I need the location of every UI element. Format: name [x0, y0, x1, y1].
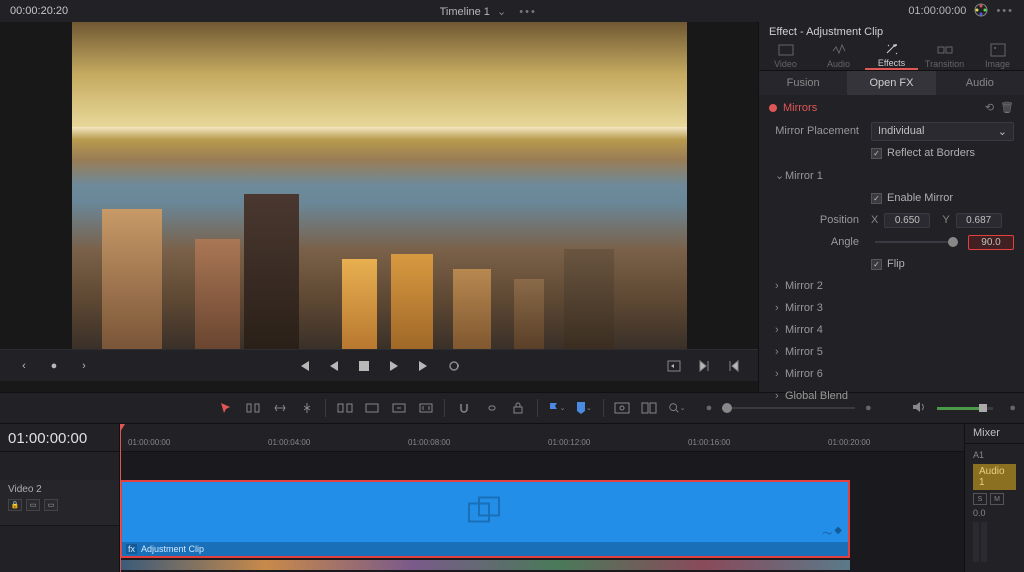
reflect-checkbox[interactable]: ✓ — [871, 148, 882, 159]
timeline-timecode[interactable]: 01:00:00:00 — [0, 424, 119, 452]
subtab-openfx[interactable]: Open FX — [847, 71, 935, 95]
source-timecode: 00:00:20:20 — [10, 5, 68, 17]
reflect-label: Reflect at Borders — [887, 147, 975, 159]
mirror4-header[interactable]: ›Mirror 4 — [759, 319, 1024, 341]
mirror6-header[interactable]: ›Mirror 6 — [759, 363, 1024, 385]
volume-slider[interactable] — [937, 407, 994, 410]
timeline-ruler[interactable]: 01:00:00:00 01:00:04:00 01:00:08:00 01:0… — [120, 424, 964, 452]
mixer-db: 0.0 — [973, 508, 1016, 518]
effect-name: Mirrors — [783, 102, 979, 114]
match-frame-icon[interactable] — [666, 358, 682, 374]
stop-icon[interactable] — [356, 358, 372, 374]
viewer-preview[interactable] — [72, 22, 687, 349]
mixer-a1-label: A1 — [973, 448, 1016, 462]
goto-start-icon[interactable] — [726, 358, 742, 374]
curve-icon[interactable]: 〜 — [822, 525, 832, 540]
dim-dot[interactable]: ● — [1009, 402, 1016, 414]
tab-video[interactable]: Video — [759, 42, 812, 70]
marker-dot-icon[interactable]: ● — [46, 358, 62, 374]
menu-dots-icon[interactable]: ••• — [996, 5, 1014, 17]
volume-icon[interactable] — [911, 400, 927, 417]
adjustment-clip-icon — [467, 495, 503, 528]
reset-icon[interactable]: ⟲ — [985, 101, 994, 114]
placement-label: Mirror Placement — [775, 125, 865, 137]
trash-icon[interactable]: 🗑 — [1000, 101, 1014, 114]
colorwheel-icon[interactable] — [974, 3, 988, 20]
zoom-in-dot[interactable]: ● — [865, 402, 872, 414]
enable-mirror-label: Enable Mirror — [887, 192, 953, 204]
angle-label: Angle — [775, 236, 865, 248]
keyframe-icon[interactable]: ◆ — [834, 525, 842, 540]
subtab-fusion[interactable]: Fusion — [759, 71, 847, 95]
selection-tool-icon[interactable] — [217, 399, 234, 417]
prev-frame-icon[interactable] — [326, 358, 342, 374]
inspector-title: Effect - Adjustment Clip — [759, 22, 1024, 42]
mirror5-header[interactable]: ›Mirror 5 — [759, 341, 1024, 363]
insert-clip-icon[interactable] — [336, 399, 353, 417]
nav-left-icon[interactable]: ‹ — [16, 358, 32, 374]
fx-badge-icon: fx — [126, 544, 137, 554]
zoom-detail-icon[interactable] — [641, 399, 658, 417]
mixer-title: Mixer — [965, 424, 1024, 444]
flip-checkbox[interactable]: ✓ — [871, 259, 882, 270]
zoom-full-icon[interactable] — [613, 399, 630, 417]
solo-button[interactable]: S — [973, 493, 987, 505]
track-view-a-icon[interactable]: ▭ — [26, 499, 40, 511]
clip-name-label: Adjustment Clip — [141, 544, 204, 554]
timeline-name[interactable]: Timeline 1 — [440, 6, 490, 18]
marker-icon[interactable]: ⌄ — [575, 399, 592, 417]
first-frame-icon[interactable] — [296, 358, 312, 374]
position-label: Position — [775, 214, 865, 226]
placement-select[interactable]: Individual⌄ — [871, 122, 1014, 141]
mute-button[interactable]: M — [990, 493, 1004, 505]
trim-tool-icon[interactable] — [244, 399, 261, 417]
tab-effects[interactable]: Effects — [865, 42, 918, 70]
tab-image[interactable]: Image — [971, 42, 1024, 70]
angle-slider[interactable] — [875, 241, 958, 243]
overwrite-clip-icon[interactable] — [363, 399, 380, 417]
zoom-custom-icon[interactable]: ⌄ — [668, 399, 686, 417]
track-header-video2[interactable]: Video 2 🔒 ▭ ▭ — [0, 480, 119, 526]
subtab-audio[interactable]: Audio — [936, 71, 1024, 95]
tab-audio[interactable]: Audio — [812, 42, 865, 70]
flag-icon[interactable]: ⌄ — [548, 399, 566, 417]
playhead[interactable] — [120, 424, 121, 572]
zoom-out-dot[interactable]: ● — [706, 402, 713, 414]
lock-icon[interactable] — [510, 399, 527, 417]
next-frame-icon[interactable] — [416, 358, 432, 374]
replace-clip-icon[interactable] — [390, 399, 407, 417]
mixer-audio1-label[interactable]: Audio 1 — [973, 464, 1016, 490]
tab-transition[interactable]: Transition — [918, 42, 971, 70]
mirror3-header[interactable]: ›Mirror 3 — [759, 297, 1024, 319]
play-icon[interactable] — [386, 358, 402, 374]
link-icon[interactable] — [483, 399, 500, 417]
loop-icon[interactable] — [446, 358, 462, 374]
adjustment-clip[interactable]: 〜◆ fx Adjustment Clip — [120, 480, 850, 558]
nav-right-icon[interactable]: › — [76, 358, 92, 374]
snap-icon[interactable] — [455, 399, 472, 417]
angle-input[interactable]: 90.0 — [968, 235, 1014, 250]
audio-meter — [973, 522, 1016, 562]
goto-end-icon[interactable] — [696, 358, 712, 374]
dynamic-trim-icon[interactable] — [271, 399, 288, 417]
mirror1-header[interactable]: ⌄Mirror 1 — [759, 164, 1024, 187]
track-view-b-icon[interactable]: ▭ — [44, 499, 58, 511]
track-lock-icon[interactable]: 🔒 — [8, 499, 22, 511]
fit-to-fill-icon[interactable] — [417, 399, 434, 417]
mirror2-header[interactable]: ›Mirror 2 — [759, 275, 1024, 297]
blade-tool-icon[interactable] — [298, 399, 315, 417]
effect-enable-dot[interactable] — [769, 104, 777, 112]
flip-label: Flip — [887, 258, 905, 270]
zoom-slider[interactable] — [722, 407, 855, 409]
record-timecode: 01:00:00:00 — [908, 5, 966, 17]
position-y-input[interactable]: 0.687 — [956, 213, 1002, 228]
enable-mirror-checkbox[interactable]: ✓ — [871, 193, 882, 204]
video1-thumbstrip[interactable] — [120, 560, 850, 570]
position-x-input[interactable]: 0.650 — [884, 213, 930, 228]
